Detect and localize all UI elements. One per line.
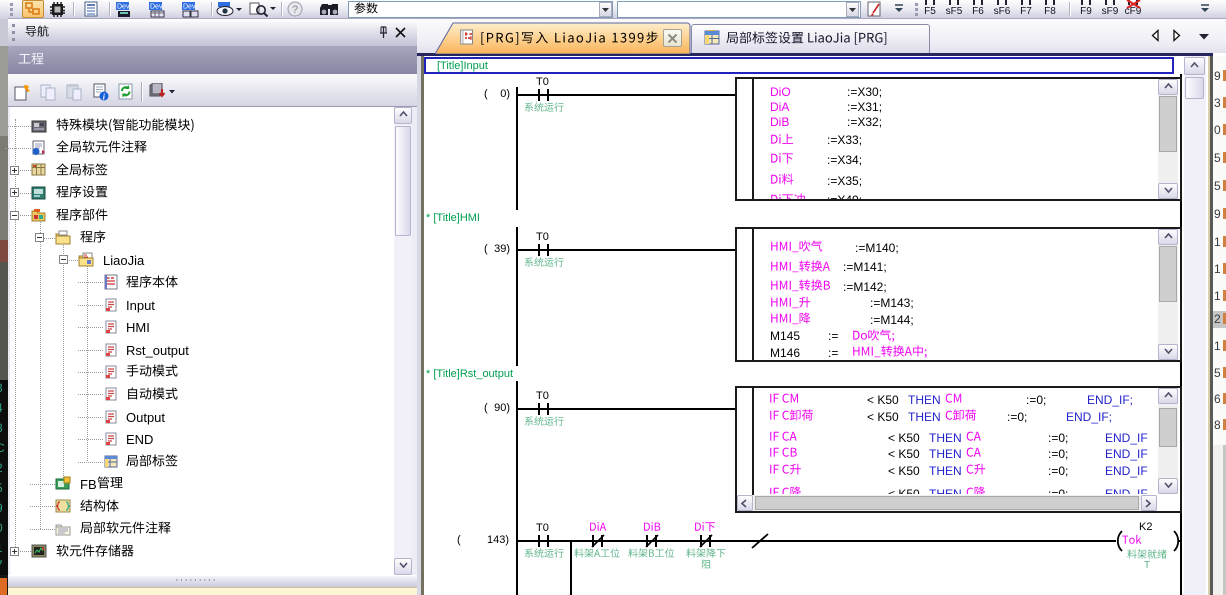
svg-text:Dev: Dev bbox=[150, 4, 163, 11]
svg-text:?: ? bbox=[292, 4, 298, 16]
svg-text:Dev: Dev bbox=[183, 4, 196, 11]
svg-text:Dev: Dev bbox=[117, 4, 130, 11]
